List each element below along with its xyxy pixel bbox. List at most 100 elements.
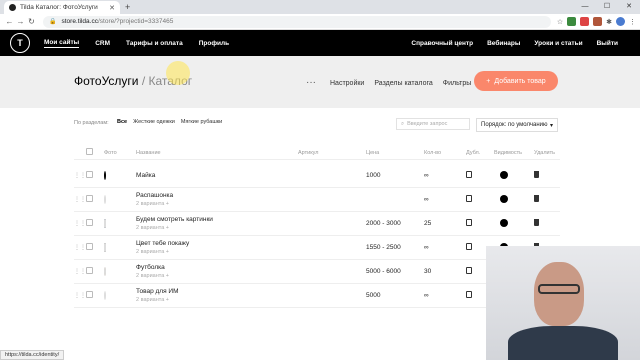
chip-soft-shirts[interactable]: Мягкие рубашки xyxy=(181,119,222,125)
window-controls: — ☐ ✕ xyxy=(574,0,640,14)
product-qty: ∞ xyxy=(424,292,429,299)
duplicate-icon[interactable] xyxy=(466,195,472,202)
variants-link[interactable]: 2 варианта + xyxy=(136,273,298,279)
puzzle-icon[interactable]: ✱ xyxy=(606,18,612,26)
url-host: store.tilda.cc xyxy=(61,18,98,25)
product-thumbnail[interactable] xyxy=(104,267,106,276)
table-row[interactable]: ⋮⋮ Распашонка 2 варианта + ∞ xyxy=(74,188,560,212)
row-checkbox[interactable] xyxy=(86,219,93,226)
url-field[interactable]: 🔒 store.tilda.cc /store/?projectid=33374… xyxy=(43,15,551,28)
select-all-checkbox[interactable] xyxy=(86,148,93,155)
nav-left: Мои сайты CRM Тарифы и оплата Профиль xyxy=(44,39,229,48)
product-name[interactable]: Товар для ИМ xyxy=(136,288,298,295)
product-thumbnail[interactable] xyxy=(104,291,106,300)
link-settings[interactable]: Настройки xyxy=(330,80,364,87)
variants-link[interactable]: 2 варианта + xyxy=(136,225,298,231)
product-qty: ∞ xyxy=(424,196,429,203)
row-checkbox[interactable] xyxy=(86,243,93,250)
product-thumbnail[interactable] xyxy=(104,195,106,204)
product-thumbnail[interactable] xyxy=(104,219,106,228)
product-name[interactable]: Распашонка xyxy=(136,192,298,199)
product-name[interactable]: Майка xyxy=(136,172,298,179)
forward-icon[interactable]: → xyxy=(15,17,26,26)
duplicate-icon[interactable] xyxy=(466,291,472,298)
tilda-top-nav: T Мои сайты CRM Тарифы и оплата Профиль … xyxy=(0,30,640,56)
link-filters[interactable]: Фильтры xyxy=(443,80,472,87)
variants-link[interactable]: 2 варианта + xyxy=(136,201,298,207)
product-name[interactable]: Цвет тебе покажу xyxy=(136,240,298,247)
duplicate-icon[interactable] xyxy=(466,219,472,226)
delete-icon[interactable] xyxy=(534,219,539,226)
drag-handle-icon[interactable]: ⋮⋮ xyxy=(74,220,86,227)
more-icon[interactable]: ··· xyxy=(306,77,316,88)
product-qty: 25 xyxy=(424,220,432,227)
search-input[interactable]: ⌕ Введите запрос xyxy=(396,118,470,130)
table-row[interactable]: ⋮⋮ Будем смотреть картинки 2 варианта + 2… xyxy=(74,212,560,236)
col-visibility: Видимость xyxy=(494,149,522,156)
close-tab-icon[interactable]: ✕ xyxy=(109,4,115,12)
extension-icon[interactable] xyxy=(580,17,590,26)
variants-link[interactable]: 2 варианта + xyxy=(136,297,298,303)
drag-handle-icon[interactable]: ⋮⋮ xyxy=(74,172,86,179)
duplicate-icon[interactable] xyxy=(466,243,472,250)
nav-plans[interactable]: Тарифы и оплата xyxy=(126,40,183,47)
tilda-logo[interactable]: T xyxy=(10,33,30,53)
menu-dots-icon[interactable]: ⋮ xyxy=(629,18,636,26)
visibility-toggle[interactable] xyxy=(494,194,510,203)
webcam-overlay xyxy=(486,246,640,360)
sort-select[interactable]: Порядок: по умолчанию ▾ xyxy=(476,118,558,132)
col-article: Артикул xyxy=(298,149,319,156)
browser-tab[interactable]: Tilda Каталог: ФотоУслуги ✕ xyxy=(4,1,120,14)
search-placeholder: Введите запрос xyxy=(407,121,448,127)
row-checkbox[interactable] xyxy=(86,195,93,202)
nav-webinars[interactable]: Вебинары xyxy=(487,40,520,47)
col-qty: Кол-во xyxy=(424,149,442,156)
extension-icon[interactable] xyxy=(567,17,577,26)
extensions: ☆ ✱ ⋮ xyxy=(557,17,636,26)
row-checkbox[interactable] xyxy=(86,171,93,178)
nav-logout[interactable]: Выйти xyxy=(597,40,618,47)
section-chips: Все Жесткие одежки Мягкие рубашки xyxy=(117,119,222,125)
product-name[interactable]: Будем смотреть картинки xyxy=(136,216,298,223)
product-thumbnail[interactable] xyxy=(104,243,106,252)
filter-row: По разделам: Все Жесткие одежки Мягкие р… xyxy=(0,108,640,140)
new-tab-icon[interactable]: + xyxy=(125,1,130,13)
delete-icon[interactable] xyxy=(534,195,539,202)
browser-tab-bar: Tilda Каталог: ФотоУслуги ✕ + — ☐ ✕ xyxy=(0,0,640,14)
row-checkbox[interactable] xyxy=(86,267,93,274)
back-icon[interactable]: ← xyxy=(4,17,15,26)
nav-my-sites[interactable]: Мои сайты xyxy=(44,39,80,48)
product-thumbnail[interactable] xyxy=(104,171,106,180)
add-product-button[interactable]: + Добавить товар xyxy=(474,71,558,91)
minimize-icon[interactable]: — xyxy=(574,0,596,14)
duplicate-icon[interactable] xyxy=(466,171,472,178)
maximize-icon[interactable]: ☐ xyxy=(596,0,618,14)
nav-help-center[interactable]: Справочный центр xyxy=(411,40,473,47)
table-row[interactable]: ⋮⋮ Майка 1000 ∞ xyxy=(74,164,560,188)
project-title[interactable]: ФотоУслуги xyxy=(74,74,138,88)
close-window-icon[interactable]: ✕ xyxy=(618,0,640,14)
visibility-toggle[interactable] xyxy=(494,170,510,179)
delete-icon[interactable] xyxy=(534,171,539,178)
visibility-toggle[interactable] xyxy=(494,218,510,227)
nav-crm[interactable]: CRM xyxy=(95,40,110,47)
star-icon[interactable]: ☆ xyxy=(557,18,563,26)
filter-label: По разделам: xyxy=(74,120,109,126)
chip-hard-clothes[interactable]: Жесткие одежки xyxy=(133,119,175,125)
row-checkbox[interactable] xyxy=(86,291,93,298)
drag-handle-icon[interactable]: ⋮⋮ xyxy=(74,244,86,251)
drag-handle-icon[interactable]: ⋮⋮ xyxy=(74,292,86,299)
variants-link[interactable]: 2 варианта + xyxy=(136,249,298,255)
drag-handle-icon[interactable]: ⋮⋮ xyxy=(74,268,86,275)
col-price: Цена xyxy=(366,149,380,156)
drag-handle-icon[interactable]: ⋮⋮ xyxy=(74,196,86,203)
duplicate-icon[interactable] xyxy=(466,267,472,274)
nav-lessons[interactable]: Уроки и статьи xyxy=(534,40,582,47)
nav-profile[interactable]: Профиль xyxy=(199,40,229,47)
extension-icon[interactable] xyxy=(593,17,603,26)
product-name[interactable]: Футболка xyxy=(136,264,298,271)
chip-all[interactable]: Все xyxy=(117,119,127,125)
reload-icon[interactable]: ↻ xyxy=(26,17,37,26)
link-catalog-sections[interactable]: Разделы каталога xyxy=(374,80,432,87)
profile-avatar[interactable] xyxy=(616,17,625,26)
